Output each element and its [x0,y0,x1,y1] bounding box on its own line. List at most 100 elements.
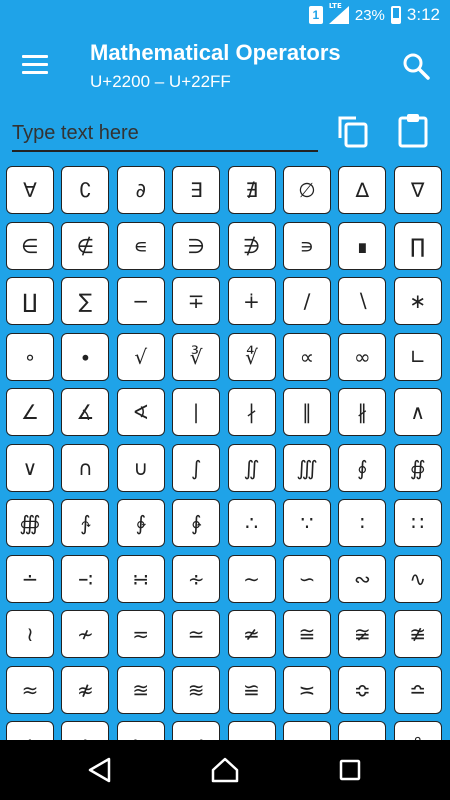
text-input-field[interactable] [12,116,318,152]
symbol-key[interactable]: ∇ [393,166,442,214]
symbol-key[interactable]: ∥ [282,388,331,436]
symbol-key[interactable]: ∭ [282,443,331,492]
symbol-key[interactable]: ∽ [282,554,331,603]
symbol-key[interactable]: ≂ [116,610,165,658]
symbol-key[interactable]: ∻ [172,554,221,603]
symbol-key[interactable]: ∸ [6,554,54,603]
symbol-key[interactable]: ∛ [172,332,221,381]
symbol-key[interactable]: ∓ [172,277,221,325]
symbol-key[interactable]: ≉ [61,665,110,714]
symbol-key[interactable]: ∯ [393,443,442,492]
symbol-key[interactable]: ∍ [282,221,331,270]
symbol-key[interactable]: ≇ [393,610,442,658]
symbol-key[interactable]: ∑ [61,277,110,325]
symbol-key[interactable]: ∌ [227,221,276,270]
symbol-key[interactable]: ≋ [172,665,221,714]
symbol-key[interactable]: ≁ [61,610,110,658]
paste-icon[interactable] [396,112,430,148]
symbol-key[interactable]: ≍ [282,665,331,714]
symbol-key[interactable]: ∮ [338,443,387,492]
symbol-key[interactable]: ∢ [116,388,165,436]
symbol-key[interactable]: ∬ [227,443,276,492]
symbol-key[interactable]: ∵ [282,499,331,547]
symbol-key[interactable]: ∳ [172,499,221,547]
symbol-key[interactable]: ≎ [338,665,387,714]
unicode-range-subtitle: U+2200 – U+22FF [90,72,231,91]
symbol-key[interactable]: ≌ [227,665,276,714]
symbol-key[interactable]: ∏ [393,221,442,270]
symbol-key[interactable]: ∈ [6,221,54,270]
symbol-key[interactable]: ∹ [61,554,110,603]
battery-icon [390,6,401,24]
symbol-key[interactable]: ∷ [393,499,442,547]
symbol-key[interactable]: ∫ [172,443,221,492]
symbol-key[interactable]: ∁ [61,166,110,214]
symbol-key[interactable]: ∖ [338,277,387,325]
symbol-key[interactable]: ∼ [227,554,276,603]
symbol-key[interactable]: ∲ [116,499,165,547]
symbol-key[interactable]: ∄ [227,166,276,214]
symbol-key[interactable]: ∃ [172,166,221,214]
sim-indicator: 1 [308,6,323,24]
status-icons: 1 LTE 23% 3:12 [308,0,440,30]
symbol-key[interactable]: ∋ [172,221,221,270]
symbol-key[interactable]: ≀ [6,610,54,658]
search-icon[interactable] [402,52,430,80]
symbol-key[interactable]: ∐ [6,277,54,325]
symbol-key[interactable]: ∱ [61,499,110,547]
symbol-grid: ∀ ∁ ∂ ∃ ∄ ∅ ∆ ∇ ∈ ∉ ∊ ∋ ∌ ∍ ∎ ∏ ∐ ∑ − ∓ ∔ ∕ ∖ ∗ ∘ ∙ √ ∛ ∜ ∝ ∞ ∟ ∠ ∡ ∢ ∣ ∤ ∥ ∦ ∧… [6,166,442,769]
symbol-key[interactable]: ≅ [282,610,331,658]
symbol-key[interactable]: ∰ [6,499,54,547]
network-type-label: LTE [328,2,342,10]
symbol-key[interactable]: ≆ [338,610,387,658]
symbol-key[interactable]: ∪ [116,443,165,492]
recent-apps-icon[interactable] [335,755,365,785]
symbol-key[interactable]: ≈ [6,665,54,714]
symbol-key[interactable]: ∤ [227,388,276,436]
symbol-key[interactable]: ∡ [61,388,110,436]
symbol-key[interactable]: ∴ [227,499,276,547]
symbol-key[interactable]: ∅ [282,166,331,214]
symbol-key[interactable]: − [116,277,165,325]
symbol-key[interactable]: ≏ [393,665,442,714]
symbol-key[interactable]: ∾ [338,554,387,603]
symbol-key[interactable]: ∙ [61,332,110,381]
home-icon[interactable] [210,755,240,785]
app-bar: Mathematical Operators U+2200 – U+22FF [0,30,450,104]
battery-percent: 23% [354,6,385,24]
symbol-key[interactable]: ∨ [6,443,54,492]
symbol-key[interactable]: ∠ [6,388,54,436]
symbol-key[interactable]: ∺ [116,554,165,603]
symbol-key[interactable]: ∆ [338,166,387,214]
text-input-row [0,110,450,158]
symbol-key[interactable]: ∧ [393,388,442,436]
symbol-key[interactable]: ≃ [172,610,221,658]
clock-time: 3:12 [406,5,440,24]
symbol-key[interactable]: ∝ [282,332,331,381]
symbol-key[interactable]: ∔ [227,277,276,325]
symbol-key[interactable]: ∦ [338,388,387,436]
symbol-key[interactable]: ∀ [6,166,54,214]
symbol-key[interactable]: ∎ [338,221,387,270]
copy-icon[interactable] [336,114,370,148]
symbol-key[interactable]: ≊ [116,665,165,714]
symbol-key[interactable]: √ [116,332,165,381]
symbol-key[interactable]: ∩ [61,443,110,492]
symbol-key[interactable]: ∶ [338,499,387,547]
symbol-key[interactable]: ∕ [282,277,331,325]
symbol-key[interactable]: ∟ [393,332,442,381]
symbol-key[interactable]: ∉ [61,221,110,270]
back-icon[interactable] [85,755,115,785]
symbol-key[interactable]: ∂ [116,166,165,214]
menu-icon[interactable] [22,55,48,77]
symbol-key[interactable]: ∘ [6,332,54,381]
symbol-key[interactable]: ∞ [338,332,387,381]
symbol-key[interactable]: ∣ [172,388,221,436]
symbol-key[interactable]: ∜ [227,332,276,381]
symbol-key[interactable]: ∗ [393,277,442,325]
status-bar: 1 LTE 23% 3:12 [0,0,450,30]
symbol-key[interactable]: ∿ [393,554,442,603]
page-title: Mathematical Operators [90,40,341,65]
symbol-key[interactable]: ∊ [116,221,165,270]
symbol-key[interactable]: ≄ [227,610,276,658]
